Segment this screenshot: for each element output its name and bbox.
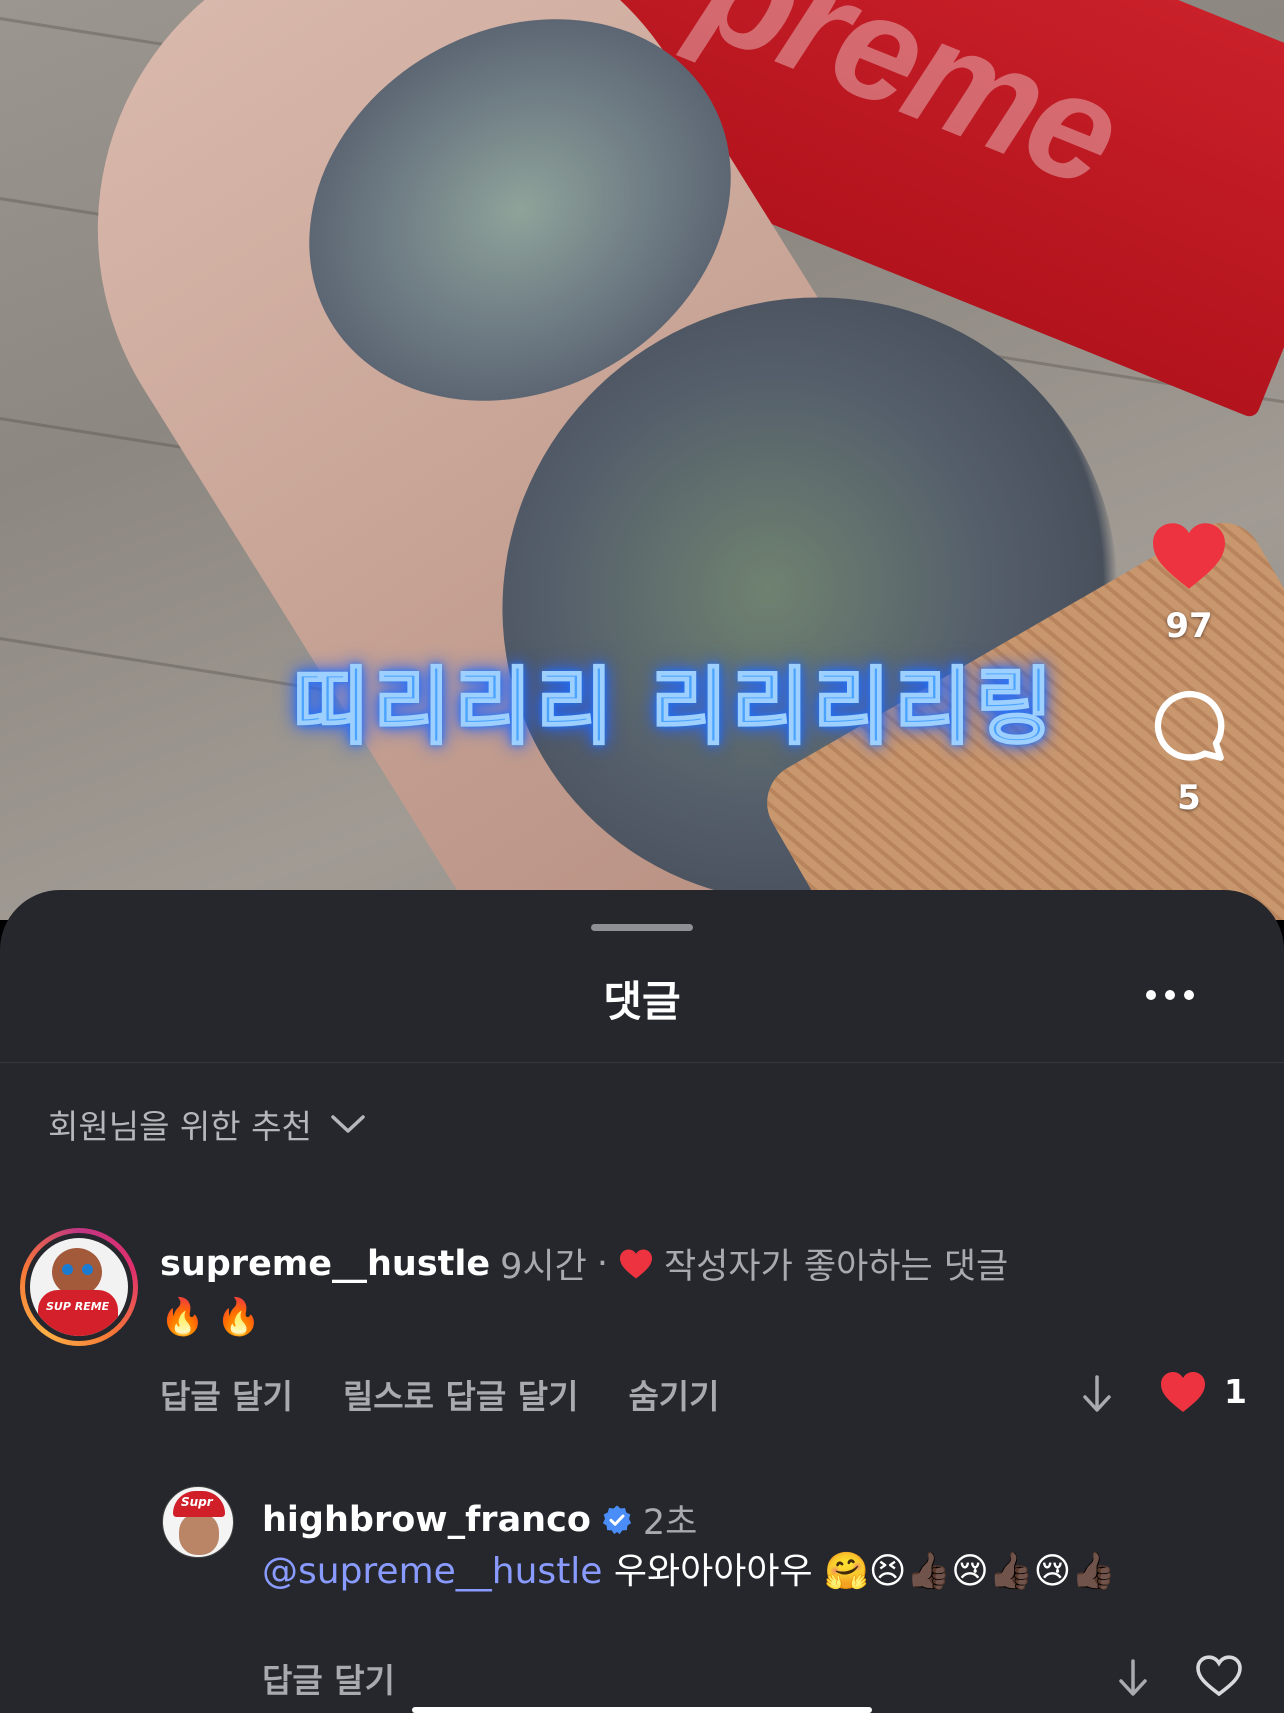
sheet-title: 댓글: [603, 977, 681, 1026]
reply-button[interactable]: 답글 달기: [160, 1370, 293, 1418]
comment-actions: 답글 달기: [262, 1654, 445, 1702]
header-divider: [0, 1062, 1284, 1063]
reply-with-reel-button[interactable]: 릴스로 답글 달기: [343, 1370, 579, 1418]
avatar-story-ring[interactable]: SUP REME: [20, 1228, 138, 1346]
comment-header: supreme__hustle 9시간 · 작성자가 좋아하는 댓글: [160, 1238, 1008, 1289]
heart-filled-icon: [619, 1248, 652, 1279]
heart-outline-icon[interactable]: [1194, 1654, 1244, 1698]
comments-count: 5: [1177, 778, 1201, 818]
comment-time: 2초: [642, 1503, 698, 1543]
comment-username[interactable]: supreme__hustle: [160, 1244, 490, 1284]
comment-time: 9시간: [500, 1247, 587, 1287]
reply-button[interactable]: 답글 달기: [262, 1654, 395, 1702]
heart-filled-icon[interactable]: [1149, 520, 1229, 592]
comments-sheet: 댓글 회원님을 위한 추천 SUP REME supreme__hustle 9…: [0, 890, 1284, 1713]
verified-badge-icon: [602, 1504, 632, 1534]
sheet-drag-handle[interactable]: [591, 924, 693, 931]
reel-video[interactable]: preme 띠리리리 리리리리링 97 5: [0, 0, 1284, 920]
comment-text: 🔥 🔥: [160, 1297, 262, 1338]
meta-separator: ·: [596, 1243, 608, 1284]
arrow-down-icon[interactable]: [1116, 1658, 1150, 1698]
avatar[interactable]: Supr: [162, 1486, 234, 1558]
comment-actions: 답글 달기 릴스로 답글 달기 숨기기: [160, 1370, 770, 1418]
heart-filled-icon[interactable]: [1158, 1370, 1208, 1414]
avatar-label: Supr: [181, 1495, 213, 1509]
side-actions: 97 5: [1134, 520, 1244, 860]
sort-label: 회원님을 위한 추천: [48, 1107, 312, 1146]
likes-count: 97: [1165, 606, 1213, 646]
avatar-label: SUP REME: [46, 1300, 110, 1313]
video-caption: 띠리리리 리리리리링: [291, 657, 1057, 757]
arrow-down-icon[interactable]: [1080, 1374, 1114, 1414]
comment-text: 우와아아아우 🤗😣👍🏿😢👍🏿😢👍🏿: [602, 1551, 1116, 1592]
comment-header: highbrow_franco 2초: [262, 1494, 697, 1545]
comment-username[interactable]: highbrow_franco: [262, 1500, 591, 1540]
creator-liked-label: 작성자가 좋아하는 댓글: [663, 1247, 1009, 1287]
comment-like-count: 1: [1224, 1372, 1247, 1411]
comment-action[interactable]: 5: [1134, 688, 1244, 818]
home-indicator: [412, 1707, 872, 1713]
comment-text-block: @supreme__hustle 우와아아아우 🤗😣👍🏿😢👍🏿😢👍🏿: [262, 1546, 1222, 1598]
mention-link[interactable]: @supreme__hustle: [262, 1551, 602, 1592]
like-action[interactable]: 97: [1134, 520, 1244, 646]
sort-dropdown[interactable]: 회원님을 위한 추천: [48, 1100, 366, 1148]
chevron-down-icon: [331, 1115, 365, 1133]
more-options-icon[interactable]: [1146, 990, 1194, 1000]
hide-button[interactable]: 숨기기: [628, 1370, 719, 1418]
avatar: SUP REME: [30, 1238, 128, 1336]
comment-bubble-icon[interactable]: [1151, 688, 1227, 764]
